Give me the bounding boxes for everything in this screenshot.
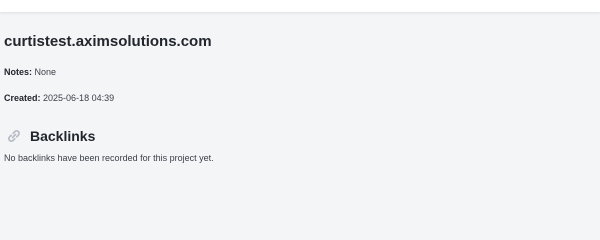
backlinks-heading: Backlinks [4,127,594,145]
notes-row: Notes: None [4,67,594,78]
backlinks-empty-message: No backlinks have been recorded for this… [4,153,214,163]
created-value: 2025-06-18 04:39 [43,93,115,103]
top-header-bar [0,0,600,12]
link-icon [6,128,22,144]
notes-value: None [34,67,57,77]
project-title: curtistest.aximsolutions.com [4,33,212,50]
backlinks-title: Backlinks [30,128,96,144]
project-detail: curtistest.aximsolutions.com Notes: None… [4,33,594,164]
created-label: Created: [4,93,41,103]
notes-label: Notes: [4,67,33,77]
created-row: Created: 2025-06-18 04:39 [4,93,594,104]
